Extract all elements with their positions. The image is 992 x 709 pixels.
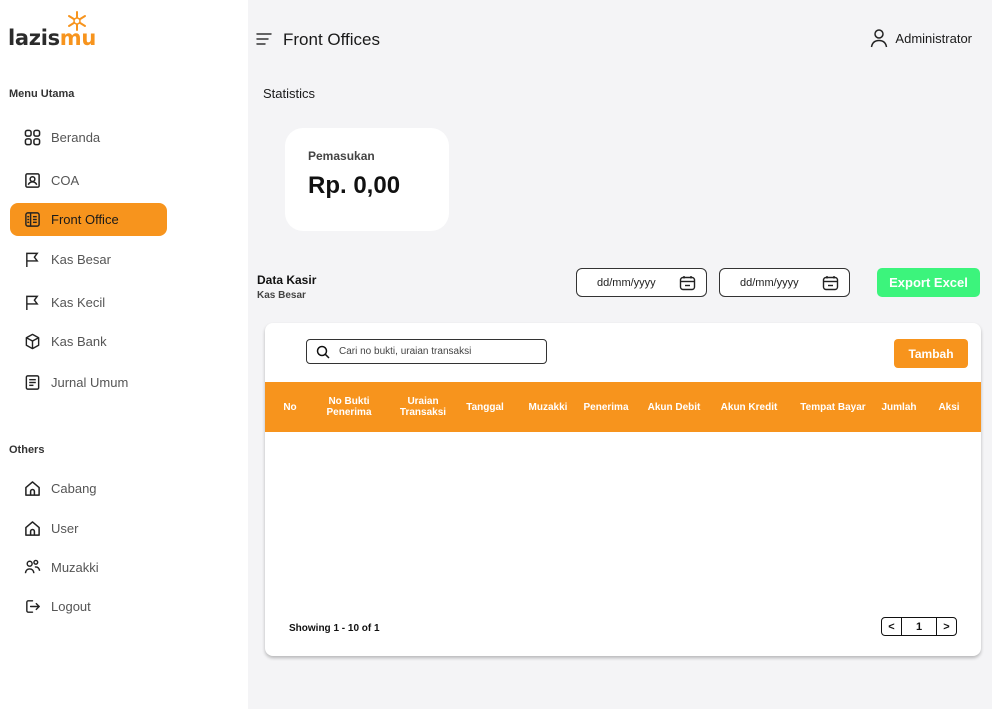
column-header-jumlah[interactable]: Jumlah bbox=[876, 382, 922, 432]
date-placeholder: dd/mm/yyyy bbox=[597, 276, 656, 289]
section-main-title: Menu Utama bbox=[9, 88, 75, 100]
sidebar-item-user[interactable]: User bbox=[10, 512, 167, 545]
users-icon bbox=[23, 559, 41, 577]
column-header-akun-kredit[interactable]: Akun Kredit bbox=[714, 382, 784, 432]
prev-page-button[interactable]: < bbox=[881, 617, 902, 636]
document-icon bbox=[23, 374, 41, 392]
column-header-muzakki[interactable]: Muzakki bbox=[522, 382, 574, 432]
menu-toggle-icon[interactable] bbox=[256, 32, 272, 46]
sidebar-item-label: Kas Kecil bbox=[51, 295, 106, 310]
data-section-title: Data Kasir bbox=[257, 273, 317, 287]
sidebar-item-label: Muzakki bbox=[51, 560, 99, 575]
home-icon bbox=[23, 480, 41, 498]
table-header: No No Bukti Penerima Uraian Transaksi Ta… bbox=[265, 382, 981, 432]
sidebar-item-front-office[interactable]: Front Office bbox=[10, 203, 167, 236]
building-icon bbox=[23, 211, 41, 229]
sidebar: lazismu Menu Utama Beranda COA Front Off… bbox=[0, 0, 248, 709]
id-card-icon bbox=[23, 172, 41, 190]
sidebar-item-beranda[interactable]: Beranda bbox=[10, 121, 167, 154]
column-header-penerima[interactable]: Penerima bbox=[577, 382, 635, 432]
statistics-label: Statistics bbox=[263, 86, 316, 101]
sidebar-item-label: Jurnal Umum bbox=[51, 375, 129, 390]
sidebar-item-muzakki[interactable]: Muzakki bbox=[10, 551, 167, 584]
sidebar-item-label: Front Office bbox=[51, 212, 119, 227]
column-header-no-bukti[interactable]: No Bukti Penerima bbox=[317, 382, 381, 432]
column-header-tanggal[interactable]: Tanggal bbox=[457, 382, 513, 432]
column-header-no[interactable]: No bbox=[277, 382, 303, 432]
sidebar-item-kas-besar[interactable]: Kas Besar bbox=[10, 243, 167, 276]
logout-icon bbox=[23, 598, 41, 616]
sidebar-item-label: Kas Bank bbox=[51, 334, 107, 349]
flag-icon bbox=[23, 294, 41, 312]
sidebar-item-label: Cabang bbox=[51, 481, 97, 496]
sidebar-item-label: User bbox=[51, 521, 79, 536]
brand-logo[interactable]: lazismu bbox=[8, 10, 128, 50]
sidebar-item-cabang[interactable]: Cabang bbox=[10, 472, 167, 505]
pagination-summary: Showing 1 - 10 of 1 bbox=[289, 623, 380, 634]
cube-icon bbox=[23, 333, 41, 351]
user-icon bbox=[871, 29, 888, 48]
sidebar-item-label: Beranda bbox=[51, 130, 101, 145]
sidebar-item-label: Logout bbox=[51, 599, 91, 614]
income-stat-card: Pemasukan Rp. 0,00 bbox=[285, 128, 449, 231]
search-icon bbox=[316, 345, 330, 359]
sidebar-item-kas-kecil[interactable]: Kas Kecil bbox=[10, 286, 167, 319]
column-header-akun-debit[interactable]: Akun Debit bbox=[640, 382, 708, 432]
search-placeholder: Cari no bukti, uraian transaksi bbox=[339, 346, 472, 357]
calendar-icon bbox=[822, 276, 839, 291]
column-header-aksi[interactable]: Aksi bbox=[932, 382, 966, 432]
current-page[interactable]: 1 bbox=[902, 617, 936, 636]
user-name: Administrator bbox=[895, 30, 972, 46]
sidebar-item-coa[interactable]: COA bbox=[10, 164, 167, 197]
column-header-uraian[interactable]: Uraian Transaksi bbox=[389, 382, 457, 432]
date-to-input[interactable]: dd/mm/yyyy bbox=[719, 268, 850, 297]
add-button[interactable]: Tambah bbox=[894, 339, 968, 368]
search-input[interactable]: Cari no bukti, uraian transaksi bbox=[306, 339, 547, 364]
export-excel-button[interactable]: Export Excel bbox=[877, 268, 980, 297]
home-icon bbox=[23, 520, 41, 538]
flag-icon bbox=[23, 251, 41, 269]
sidebar-item-jurnal-umum[interactable]: Jurnal Umum bbox=[10, 366, 167, 399]
column-header-tempat-bayar[interactable]: Tempat Bayar bbox=[794, 382, 872, 432]
grid-icon bbox=[23, 129, 41, 147]
sidebar-item-label: COA bbox=[51, 173, 80, 188]
data-table-card: Cari no bukti, uraian transaksi Tambah N… bbox=[265, 323, 981, 656]
stat-card-label: Pemasukan bbox=[308, 149, 375, 163]
pagination: < 1 > bbox=[881, 617, 957, 636]
sidebar-item-logout[interactable]: Logout bbox=[10, 590, 167, 623]
user-menu[interactable]: Administrator bbox=[869, 28, 972, 48]
date-placeholder: dd/mm/yyyy bbox=[740, 276, 799, 289]
data-section-subtitle: Kas Besar bbox=[257, 290, 306, 301]
brand-name: lazismu bbox=[8, 26, 97, 50]
sidebar-item-kas-bank[interactable]: Kas Bank bbox=[10, 325, 167, 358]
page-title: Front Offices bbox=[283, 30, 380, 49]
sidebar-item-label: Kas Besar bbox=[51, 252, 111, 267]
date-from-input[interactable]: dd/mm/yyyy bbox=[576, 268, 707, 297]
next-page-button[interactable]: > bbox=[936, 617, 957, 636]
calendar-icon bbox=[679, 276, 696, 291]
stat-card-value: Rp. 0,00 bbox=[308, 172, 401, 199]
section-others-title: Others bbox=[9, 444, 45, 456]
